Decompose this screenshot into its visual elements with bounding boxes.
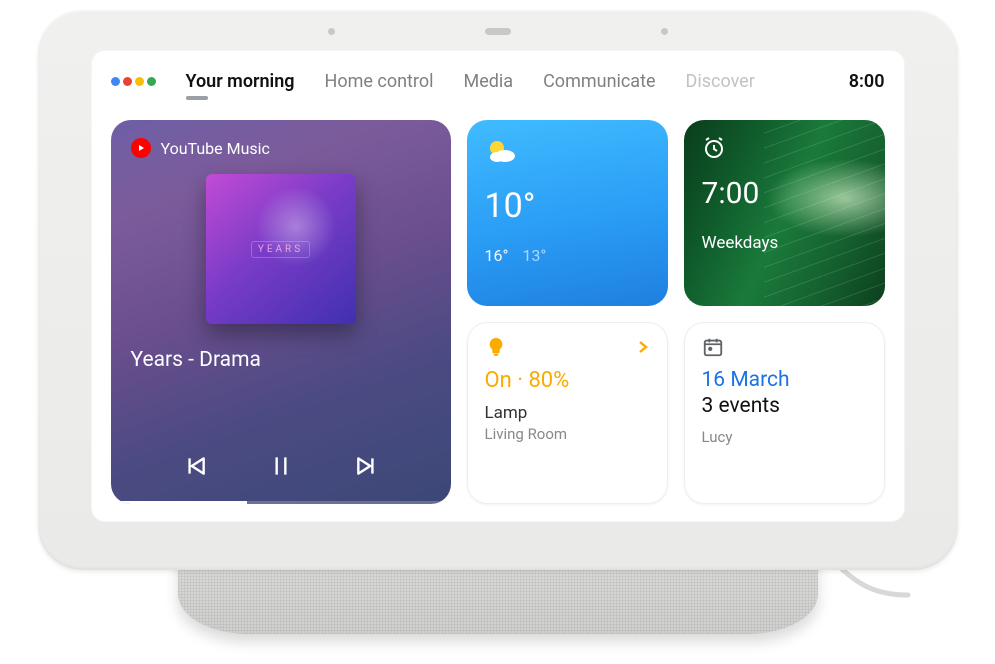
- light-card[interactable]: On · 80% Lamp Living Room: [467, 322, 668, 504]
- playback-controls: [131, 452, 431, 486]
- light-room: Living Room: [485, 425, 650, 443]
- calendar-card[interactable]: 16 March 3 events Lucy: [684, 322, 885, 504]
- lightbulb-icon: [485, 336, 507, 358]
- music-provider-label: YouTube Music: [161, 139, 270, 158]
- product-photo: Your morning Home control Media Communicate…: [0, 0, 995, 664]
- temp-low: 13°: [522, 246, 546, 265]
- alarm-days: Weekdays: [702, 233, 867, 253]
- temperature-range: 16° 13°: [485, 246, 650, 265]
- alarm-background-leaf: [764, 120, 885, 306]
- chevron-right-icon: [636, 340, 650, 354]
- playback-progress[interactable]: [111, 501, 451, 504]
- alarm-time: 7:00: [702, 176, 867, 211]
- weather-card[interactable]: 10° 16° 13°: [467, 120, 668, 306]
- mic-hole-right: [661, 28, 668, 35]
- tab-your-morning[interactable]: Your morning: [186, 71, 295, 92]
- temp-high: 16°: [485, 246, 509, 265]
- clock: 8:00: [849, 71, 885, 92]
- album-art-text: YEARS: [251, 241, 310, 258]
- weather-icon: [485, 136, 517, 168]
- calendar-date: 16 March: [702, 368, 867, 392]
- calendar-owner: Lucy: [702, 428, 867, 446]
- tab-communicate[interactable]: Communicate: [543, 71, 655, 92]
- pause-button[interactable]: [267, 452, 295, 480]
- calendar-icon: [702, 336, 724, 358]
- youtube-music-icon: [131, 138, 151, 158]
- previous-track-button[interactable]: [181, 452, 209, 480]
- camera-slot: [485, 28, 511, 35]
- temperature: 10°: [485, 186, 650, 226]
- device-frame: Your morning Home control Media Communicate…: [38, 10, 958, 570]
- calendar-event-count: 3 events: [702, 394, 867, 418]
- album-art: YEARS: [206, 174, 356, 324]
- alarm-card[interactable]: 7:00 Weekdays: [684, 120, 885, 306]
- card-grid: YouTube Music YEARS Years - Drama: [111, 120, 885, 504]
- tab-home-control[interactable]: Home control: [325, 71, 434, 92]
- tab-media[interactable]: Media: [464, 71, 514, 92]
- assistant-icon[interactable]: [111, 77, 156, 86]
- top-bar: Your morning Home control Media Communicate…: [111, 64, 885, 98]
- next-track-button[interactable]: [353, 452, 381, 480]
- track-title: Years - Drama: [131, 348, 431, 372]
- music-provider: YouTube Music: [131, 138, 431, 158]
- music-card[interactable]: YouTube Music YEARS Years - Drama: [111, 120, 451, 504]
- tab-strip: Your morning Home control Media Communicate…: [186, 71, 755, 92]
- tab-discover[interactable]: Discover: [686, 71, 755, 92]
- light-state: On · 80%: [485, 368, 650, 393]
- light-name: Lamp: [485, 403, 650, 423]
- mic-hole-left: [328, 28, 335, 35]
- alarm-clock-icon: [702, 136, 726, 160]
- home-screen: Your morning Home control Media Communicate…: [91, 50, 905, 522]
